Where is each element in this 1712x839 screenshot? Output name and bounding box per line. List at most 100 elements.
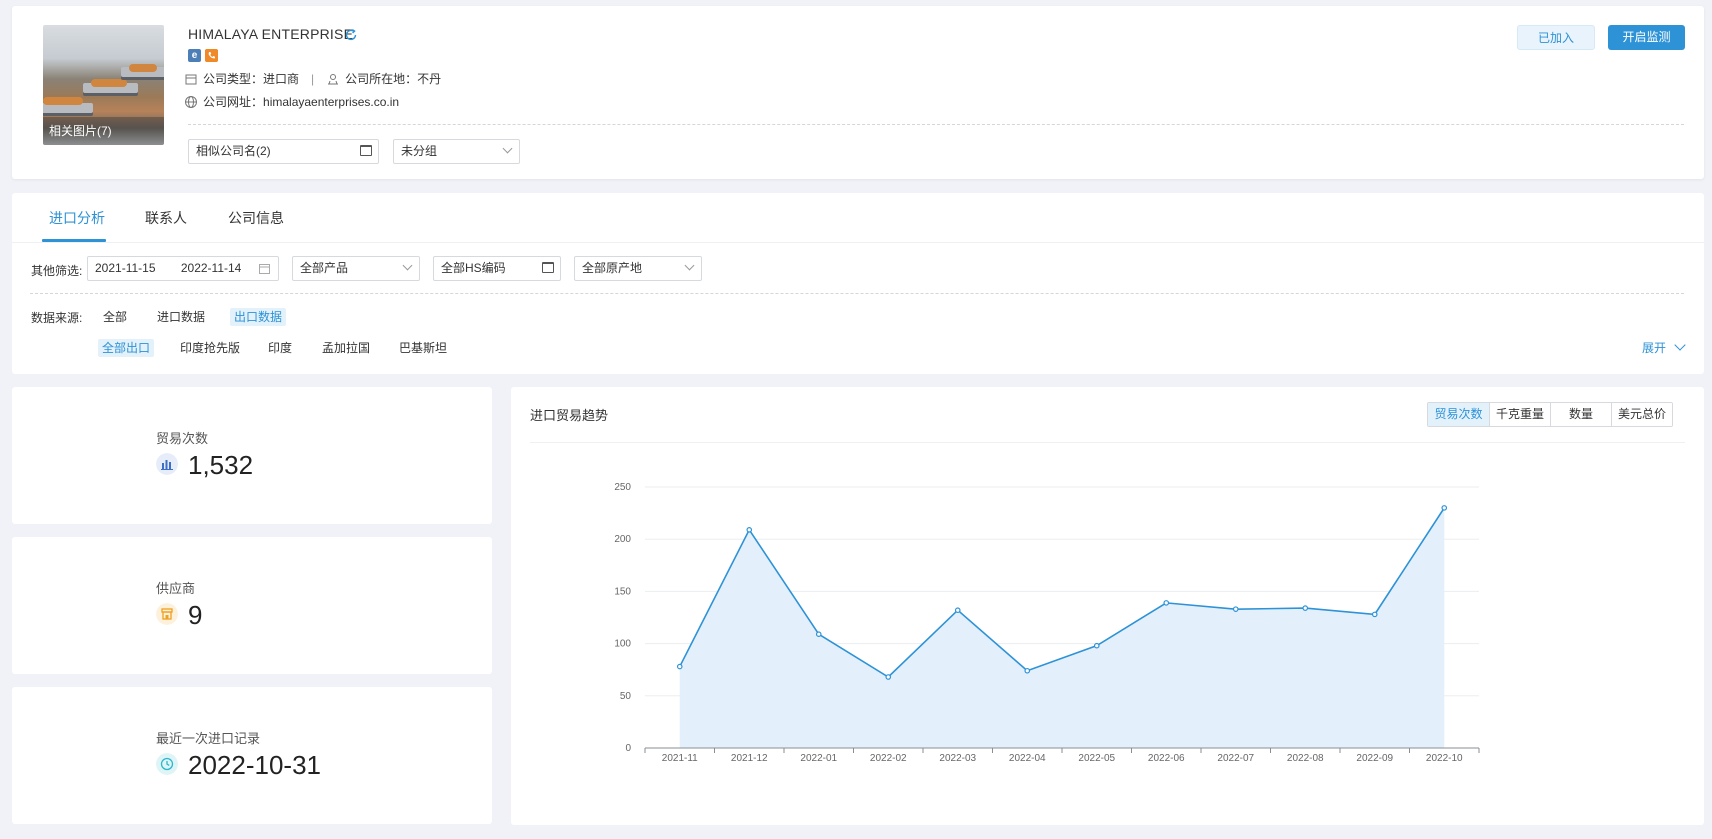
similar-company-select[interactable]: 相似公司名(2) bbox=[188, 139, 379, 164]
clock-icon bbox=[156, 753, 178, 775]
data-point bbox=[954, 607, 961, 613]
source-all[interactable]: 全部 bbox=[99, 308, 131, 326]
company-location-value: 不丹 bbox=[417, 72, 442, 86]
meta-separator: | bbox=[311, 71, 315, 86]
y-tick-label: 50 bbox=[620, 691, 632, 702]
data-point bbox=[815, 631, 822, 638]
chart-header-divider bbox=[530, 442, 1685, 443]
data-point bbox=[1232, 606, 1239, 612]
hs-code-select-value: 全部HS编码 bbox=[441, 261, 506, 275]
other-filter-label: 其他筛选: bbox=[31, 264, 83, 278]
building-icon bbox=[185, 74, 197, 84]
x-tick-label: 2021-11 bbox=[662, 753, 698, 764]
company-location-label: 公司所在地： bbox=[345, 72, 418, 86]
stat-label: 最近一次进口记录 bbox=[156, 731, 261, 746]
analysis-filter-card: 进口分析 联系人 公司信息 其他筛选: 2021-11-15 2022-11-1… bbox=[12, 193, 1704, 374]
company-website-row: 公司网址： himalayaenterprises.co.in bbox=[184, 93, 399, 110]
expand-button[interactable]: 展开 bbox=[1642, 339, 1686, 356]
ie-badge-icon: e bbox=[188, 49, 201, 62]
sub-source-all-export[interactable]: 全部出口 bbox=[98, 339, 155, 357]
hs-code-select[interactable]: 全部HS编码 bbox=[433, 256, 561, 281]
stat-value: 9 bbox=[188, 600, 203, 630]
y-tick-label: 0 bbox=[625, 743, 631, 754]
origin-select[interactable]: 全部原产地 bbox=[574, 256, 702, 281]
data-point bbox=[1163, 600, 1170, 606]
stat-value: 2022-10-31 bbox=[188, 750, 321, 780]
y-tick-label: 100 bbox=[614, 639, 631, 650]
chevron-down-icon bbox=[402, 260, 413, 271]
calendar-icon bbox=[542, 262, 554, 273]
x-tick-label: 2022-05 bbox=[1078, 753, 1115, 764]
import-trend-card: 进口贸易趋势 贸易次数 千克重量 数量 美元总价 0 50 100 150 200 250… bbox=[511, 387, 1704, 825]
calendar-icon bbox=[259, 264, 270, 274]
x-tick-label: 2022-03 bbox=[939, 753, 976, 764]
stat-label: 贸易次数 bbox=[156, 431, 209, 446]
source-export[interactable]: 出口数据 bbox=[230, 308, 287, 326]
bar-chart-icon bbox=[156, 453, 178, 475]
data-point bbox=[1302, 605, 1309, 611]
product-select[interactable]: 全部产品 bbox=[292, 256, 420, 281]
x-tick-label: 2022-07 bbox=[1217, 753, 1254, 764]
similar-company-select-value: 相似公司名(2) bbox=[196, 144, 271, 158]
x-tick-label: 2022-09 bbox=[1356, 753, 1393, 764]
company-header-card: 相关图片(7) HIMALAYA ENTERPRISE e 公司类型： 进口商 … bbox=[12, 6, 1704, 179]
company-website-link[interactable]: himalayaenterprises.co.in bbox=[263, 95, 399, 109]
product-select-value: 全部产品 bbox=[300, 261, 349, 275]
origin-select-value: 全部原产地 bbox=[582, 261, 643, 275]
metric-weight-kg[interactable]: 千克重量 bbox=[1489, 403, 1550, 426]
metric-quantity[interactable]: 数量 bbox=[1550, 403, 1611, 426]
tab-company-info[interactable]: 公司信息 bbox=[228, 208, 284, 228]
date-range-picker[interactable]: 2021-11-15 2022-11-14 bbox=[87, 256, 279, 281]
stat-card-suppliers: 供应商 9 bbox=[12, 537, 492, 674]
company-meta-row: 公司类型： 进口商 | 公司所在地： 不丹 bbox=[184, 70, 441, 87]
sub-source-pakistan[interactable]: 巴基斯坦 bbox=[395, 339, 451, 357]
globe-icon bbox=[185, 95, 197, 108]
y-tick-label: 150 bbox=[614, 586, 631, 597]
company-type-label: 公司类型： bbox=[203, 72, 264, 86]
company-type-value: 进口商 bbox=[263, 72, 300, 86]
phone-badge-icon bbox=[205, 49, 218, 62]
stat-card-trade-count: 贸易次数 1,532 bbox=[12, 387, 492, 524]
metric-usd-total[interactable]: 美元总价 bbox=[1611, 403, 1672, 426]
company-name: HIMALAYA ENTERPRISE bbox=[188, 26, 354, 42]
company-website-label: 公司网址： bbox=[203, 95, 264, 109]
refresh-icon[interactable] bbox=[344, 28, 358, 42]
x-tick-label: 2022-10 bbox=[1426, 753, 1463, 764]
chart-title: 进口贸易趋势 bbox=[530, 408, 609, 423]
stat-value: 1,532 bbox=[188, 450, 254, 480]
data-point bbox=[1024, 667, 1031, 674]
sub-source-bangladesh[interactable]: 孟加拉国 bbox=[318, 339, 374, 357]
sub-source-india-preview[interactable]: 印度抢先版 bbox=[176, 339, 244, 357]
chevron-down-icon bbox=[684, 260, 695, 271]
header-divider bbox=[188, 124, 1684, 125]
calendar-icon bbox=[360, 145, 372, 156]
y-tick-label: 250 bbox=[614, 482, 631, 493]
trend-chart: 0 50 100 150 200 250 2021-11 2021-12 2022-01 2022… bbox=[614, 482, 1480, 764]
group-select[interactable]: 未分组 bbox=[393, 139, 520, 164]
tab-contacts[interactable]: 联系人 bbox=[145, 208, 187, 228]
chevron-down-icon bbox=[502, 143, 513, 154]
x-tick-label: 2022-02 bbox=[870, 753, 907, 764]
x-tick-label: 2022-08 bbox=[1287, 753, 1324, 764]
photo-caption[interactable]: 相关图片(7) bbox=[43, 117, 164, 145]
company-photo[interactable]: 相关图片(7) bbox=[43, 25, 164, 145]
data-point bbox=[1441, 505, 1448, 511]
date-end[interactable]: 2022-11-14 bbox=[181, 261, 242, 275]
metric-toggle-group: 贸易次数 千克重量 数量 美元总价 bbox=[1427, 402, 1673, 427]
date-start[interactable]: 2021-11-15 bbox=[95, 261, 156, 275]
x-tick-label: 2022-06 bbox=[1148, 753, 1185, 764]
expand-label: 展开 bbox=[1642, 341, 1667, 355]
stat-card-last-import: 最近一次进口记录 2022-10-31 bbox=[12, 687, 492, 824]
start-monitor-button[interactable]: 开启监测 bbox=[1608, 25, 1685, 50]
sub-source-india[interactable]: 印度 bbox=[264, 339, 296, 357]
stat-label: 供应商 bbox=[156, 581, 196, 596]
chevron-down-icon bbox=[1674, 339, 1686, 351]
area-fill bbox=[679, 507, 1445, 748]
joined-button[interactable]: 已加入 bbox=[1517, 25, 1595, 50]
tab-import-analysis[interactable]: 进口分析 bbox=[49, 208, 105, 228]
metric-trade-count[interactable]: 贸易次数 bbox=[1428, 403, 1489, 426]
photo-food bbox=[43, 97, 83, 105]
location-icon bbox=[328, 73, 339, 84]
source-import[interactable]: 进口数据 bbox=[153, 308, 209, 326]
y-tick-label: 200 bbox=[614, 534, 631, 545]
